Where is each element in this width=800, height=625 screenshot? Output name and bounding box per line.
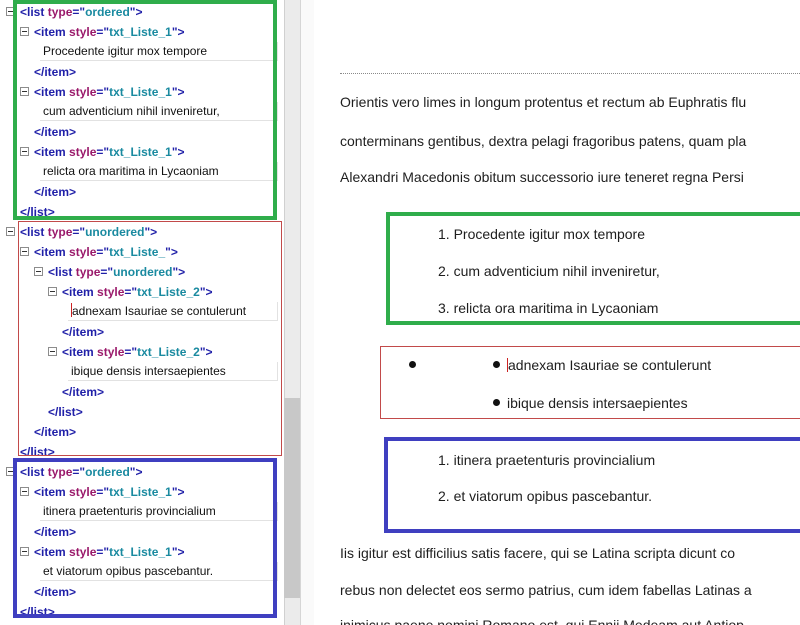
bullet-icon — [493, 399, 500, 406]
list-item[interactable]: adnexam Isauriae se contulerunt — [507, 357, 711, 373]
list-item-text: itinera praetenturis provincialium — [453, 452, 656, 468]
collapse-toggle-icon[interactable] — [6, 227, 15, 236]
list-item[interactable]: 1. itinera praetenturis provincialium — [438, 452, 655, 468]
paragraph-line: conterminans gentibus, dextra pelagi fra… — [340, 133, 747, 149]
list-item-text: relicta ora maritima in Lycaoniam — [453, 300, 659, 316]
list-item-text: et viatorum opibus pascebantur. — [453, 488, 653, 504]
list-item-text: cum adventicium nihil inveniretur, — [453, 263, 660, 279]
list-item[interactable]: ibique densis intersaepientes — [507, 395, 688, 411]
list-item[interactable]: 2. et viatorum opibus pascebantur. — [438, 488, 652, 504]
bullet-icon — [493, 361, 500, 368]
xml-tree-panel[interactable]: <list type="ordered"> <item style="txt_Li… — [0, 0, 284, 625]
list-item[interactable]: 3. relicta ora maritima in Lycaoniam — [438, 300, 658, 316]
paragraph-line: inimicus paene nomini Romano est, qui En… — [340, 617, 744, 625]
list-item-text: adnexam Isauriae se contulerunt — [508, 357, 712, 373]
paragraph-line: Orientis vero limes in longum protentus … — [340, 94, 747, 110]
document-view[interactable]: Orientis vero limes in longum protentus … — [314, 0, 800, 625]
list-number: 1. — [438, 452, 450, 468]
tree-ordered-highlight-2 — [13, 458, 277, 618]
paragraph-line: Alexandri Macedonis obitum successorio i… — [340, 169, 744, 185]
outer-bullet-icon — [409, 361, 416, 368]
list-number: 2. — [438, 488, 450, 504]
list-item[interactable]: 2. cum adventicium nihil inveniretur, — [438, 263, 660, 279]
list-item[interactable]: 1. Procedente igitur mox tempore — [438, 226, 645, 242]
paragraph-line: Iis igitur est difficilius satis facere,… — [340, 545, 736, 561]
list-number: 2. — [438, 263, 450, 279]
tree-unordered-highlight — [18, 221, 282, 456]
tree-ordered-highlight — [13, 0, 277, 220]
page-break-line — [340, 73, 800, 74]
list-number: 1. — [438, 226, 450, 242]
tree-scrollbar-thumb[interactable] — [284, 398, 300, 598]
list-number: 3. — [438, 300, 450, 316]
paragraph-line: rebus non delectet eos sermo patrius, cu… — [340, 582, 752, 598]
list-item-text: Procedente igitur mox tempore — [453, 226, 646, 242]
list-item-text: ibique densis intersaepientes — [507, 395, 688, 411]
